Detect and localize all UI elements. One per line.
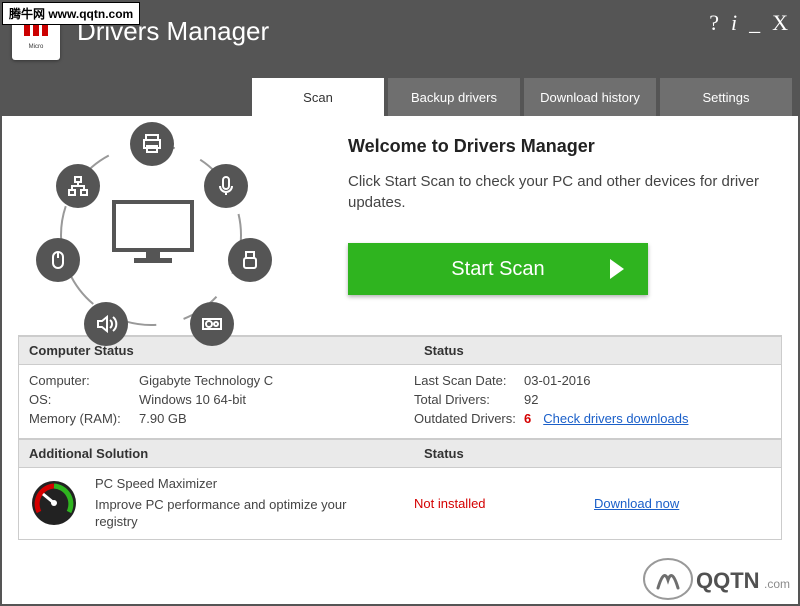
ram-value: 7.90 GB — [139, 411, 187, 426]
additional-status-title: Status — [414, 440, 781, 467]
help-icon[interactable]: ? — [709, 10, 719, 36]
device-diagram — [18, 126, 318, 335]
outdated-drivers-value: 6 — [524, 411, 531, 426]
total-drivers-value: 92 — [524, 392, 538, 407]
tab-scan[interactable]: Scan — [252, 78, 384, 116]
start-scan-label: Start Scan — [451, 258, 544, 281]
welcome-text: Click Start Scan to check your PC and ot… — [348, 171, 772, 213]
last-scan-label: Last Scan Date: — [414, 373, 524, 388]
tab-backup-drivers[interactable]: Backup drivers — [388, 78, 520, 116]
computer-value: Gigabyte Technology C — [139, 373, 273, 388]
status-title: Status — [414, 337, 781, 364]
additional-solution-header: Additional Solution Status — [18, 439, 782, 468]
minimize-icon[interactable]: _ — [749, 10, 760, 36]
printer-icon — [130, 122, 174, 166]
watermark: QQTN .com — [638, 554, 798, 604]
monitor-icon — [110, 198, 196, 268]
start-scan-button[interactable]: Start Scan — [348, 243, 648, 295]
outdated-drivers-label: Outdated Drivers: — [414, 411, 524, 426]
info-icon[interactable]: i — [731, 10, 737, 36]
close-icon[interactable]: X — [772, 10, 788, 36]
usb-icon — [228, 238, 272, 282]
gpu-icon — [190, 302, 234, 346]
tab-download-history[interactable]: Download history — [524, 78, 656, 116]
svg-text:Micro: Micro — [29, 44, 44, 50]
tab-bar: Scan Backup drivers Download history Set… — [2, 78, 798, 116]
svg-text:.com: .com — [764, 577, 790, 591]
product-name: PC Speed Maximizer — [95, 476, 355, 491]
os-value: Windows 10 64-bit — [139, 392, 246, 407]
main-content: Welcome to Drivers Manager Click Start S… — [2, 116, 798, 540]
os-label: OS: — [29, 392, 139, 407]
product-description: Improve PC performance and optimize your… — [95, 497, 355, 531]
last-scan-value: 03-01-2016 — [524, 373, 591, 388]
additional-title: Additional Solution — [19, 440, 414, 467]
welcome-heading: Welcome to Drivers Manager — [348, 136, 772, 157]
source-badge: 腾牛网 www.qqtn.com — [2, 2, 140, 25]
play-icon — [610, 259, 624, 279]
svg-text:QQTN: QQTN — [696, 568, 760, 593]
check-drivers-link[interactable]: Check drivers downloads — [543, 411, 688, 426]
computer-status-header: Computer Status Status — [18, 336, 782, 365]
microphone-icon — [204, 164, 248, 208]
install-status: Not installed — [414, 496, 594, 511]
download-now-link[interactable]: Download now — [594, 496, 679, 511]
mouse-icon — [36, 238, 80, 282]
ram-label: Memory (RAM): — [29, 411, 139, 426]
computer-label: Computer: — [29, 373, 139, 388]
speaker-icon — [84, 302, 128, 346]
total-drivers-label: Total Drivers: — [414, 392, 524, 407]
network-icon — [56, 164, 100, 208]
tab-settings[interactable]: Settings — [660, 78, 792, 116]
app-window: 腾牛网 www.qqtn.com Micro Drivers Manager ?… — [0, 0, 800, 606]
gauge-icon — [29, 478, 79, 528]
